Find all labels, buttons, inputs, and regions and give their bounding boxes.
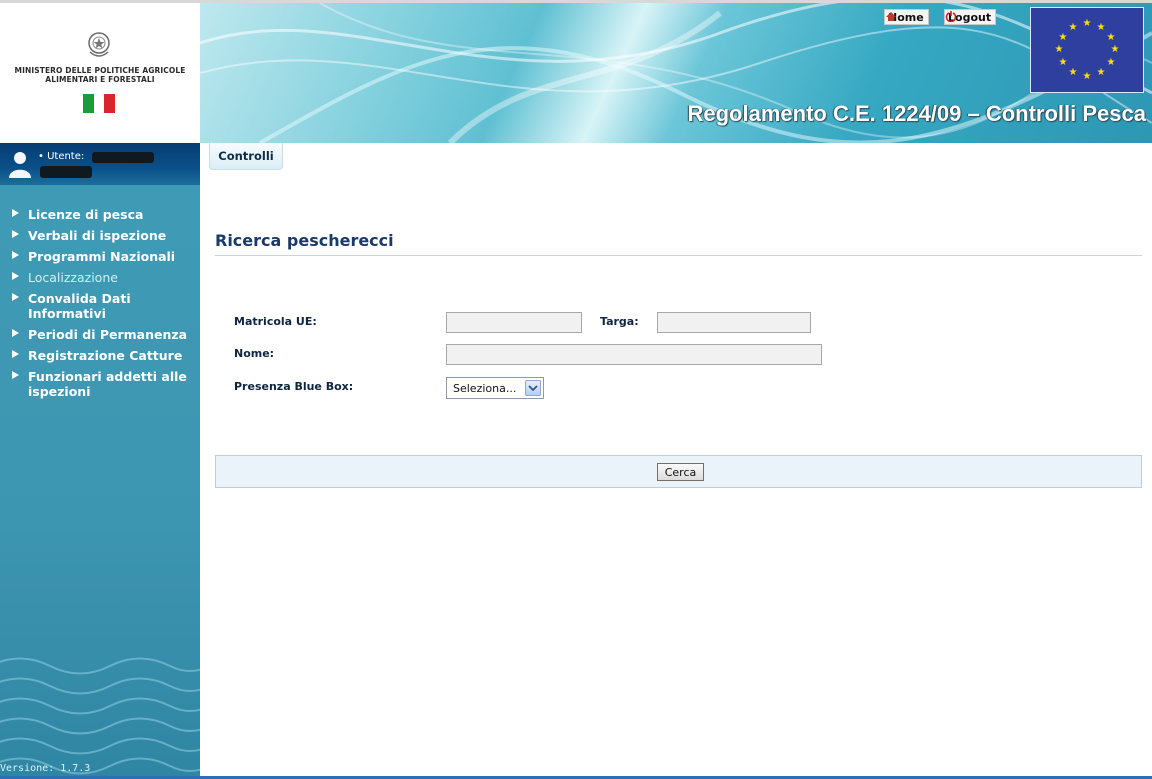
sidebar-item-label: Convalida Dati Informativi [28, 291, 131, 321]
sidebar-item-programmi-nazionali[interactable]: Programmi Nazionali [0, 248, 200, 269]
sidebar-item-convalida-dati-informativi[interactable]: Convalida Dati Informativi [0, 290, 200, 326]
home-link[interactable]: Home [884, 9, 929, 25]
italian-flag-icon [83, 94, 116, 113]
eu-flag-icon: ★ ★ ★ ★ ★ ★ ★ ★ ★ ★ ★ ★ [1030, 7, 1144, 93]
redacted-username-line2 [40, 166, 92, 178]
sidebar-item-funzionari-addetti[interactable]: Funzionari addetti alle ispezioni [0, 368, 200, 404]
svg-text:★: ★ [1097, 67, 1106, 78]
button-bar: Cerca [215, 455, 1142, 488]
version-label: Versione: 1.7.3 [0, 763, 91, 774]
sidebar-item-label: Periodi di Permanenza [28, 327, 188, 342]
svg-text:★: ★ [1069, 67, 1078, 78]
arrow-right-icon [12, 209, 19, 217]
sidebar-item-localizzazione: Localizzazione [0, 269, 200, 290]
header: MINISTERO DELLE POLITICHE AGRICOLE ALIME… [0, 3, 1152, 143]
app-title: Regolamento C.E. 1224/09 – Controlli Pes… [687, 101, 1147, 126]
fish-pattern-decoration [0, 657, 200, 775]
bluebox-select[interactable]: Seleziona... [446, 377, 544, 399]
sidebar-item-registrazione-catture[interactable]: Registrazione Catture [0, 347, 200, 368]
sidebar-item-label: Localizzazione [28, 270, 118, 285]
page-title: Ricerca pescherecci [215, 231, 394, 250]
targa-label: Targa: [600, 315, 639, 328]
logout-link[interactable]: Logout [944, 9, 997, 25]
page: MINISTERO DELLE POLITICHE AGRICOLE ALIME… [0, 0, 1152, 779]
svg-text:★: ★ [1069, 22, 1078, 33]
sidebar-item-periodi-di-permanenza[interactable]: Periodi di Permanenza [0, 326, 200, 347]
svg-text:★: ★ [1111, 44, 1120, 55]
svg-text:★: ★ [1055, 44, 1064, 55]
arrow-right-icon [12, 251, 19, 259]
ministry-name: MINISTERO DELLE POLITICHE AGRICOLE ALIME… [2, 66, 198, 84]
chevron-down-icon[interactable] [525, 380, 541, 396]
targa-input[interactable] [657, 312, 811, 333]
user-bar: • Utente: [0, 143, 200, 185]
sidebar-item-label: Licenze di pesca [28, 207, 144, 222]
redacted-username [92, 152, 154, 163]
bluebox-label: Presenza Blue Box: [234, 380, 354, 393]
svg-text:★: ★ [1107, 32, 1116, 43]
ministry-logo-area: MINISTERO DELLE POLITICHE AGRICOLE ALIME… [0, 3, 200, 143]
svg-text:★: ★ [1107, 57, 1116, 68]
search-button[interactable]: Cerca [657, 463, 704, 481]
svg-text:★: ★ [1083, 71, 1092, 82]
tab-controlli[interactable]: Controlli [209, 143, 283, 170]
arrow-right-icon [12, 350, 19, 358]
sidebar-item-label: Programmi Nazionali [28, 249, 176, 264]
matricola-label: Matricola UE: [234, 315, 317, 328]
sidebar-item-label: Funzionari addetti alle ispezioni [28, 369, 187, 399]
svg-text:★: ★ [1059, 57, 1068, 68]
ministry-line-2: ALIMENTARI E FORESTALI [45, 75, 155, 84]
nome-input[interactable] [446, 344, 822, 365]
sidebar-item-label: Registrazione Catture [28, 348, 183, 363]
arrow-right-icon [12, 329, 19, 337]
sidebar: • Utente: Licenze di pesca Verbali di is… [0, 143, 200, 776]
matricola-input[interactable] [446, 312, 582, 333]
eu-stars-icon: ★ ★★ ★★★ ★★★ ★★★ [1055, 18, 1120, 82]
sidebar-menu: Licenze di pesca Verbali di ispezione Pr… [0, 206, 200, 404]
arrow-right-icon [12, 293, 19, 301]
bluebox-selected-value: Seleziona... [453, 381, 517, 395]
nome-label: Nome: [234, 347, 275, 360]
svg-text:★: ★ [1059, 32, 1068, 43]
ministry-line-1: MINISTERO DELLE POLITICHE AGRICOLE [14, 66, 186, 75]
svg-text:★: ★ [1083, 18, 1092, 29]
arrow-right-icon [12, 230, 19, 238]
user-avatar-icon [9, 152, 31, 178]
sidebar-item-label: Verbali di ispezione [28, 228, 167, 243]
sidebar-item-verbali-di-ispezione[interactable]: Verbali di ispezione [0, 227, 200, 248]
svg-text:★: ★ [1097, 22, 1106, 33]
title-divider [215, 255, 1142, 256]
power-icon [945, 11, 957, 22]
arrow-right-icon [12, 272, 19, 280]
republic-emblem-icon [88, 32, 110, 57]
home-icon [886, 12, 896, 21]
header-banner: Home Logout ★ ★ ★ ★ ★ ★ ★ ★ ★ ★ ★ ★ Regolamento … [200, 3, 1152, 143]
arrow-right-icon [12, 371, 19, 379]
sidebar-item-licenze-di-pesca[interactable]: Licenze di pesca [0, 206, 200, 227]
user-label: • Utente: [38, 151, 85, 162]
